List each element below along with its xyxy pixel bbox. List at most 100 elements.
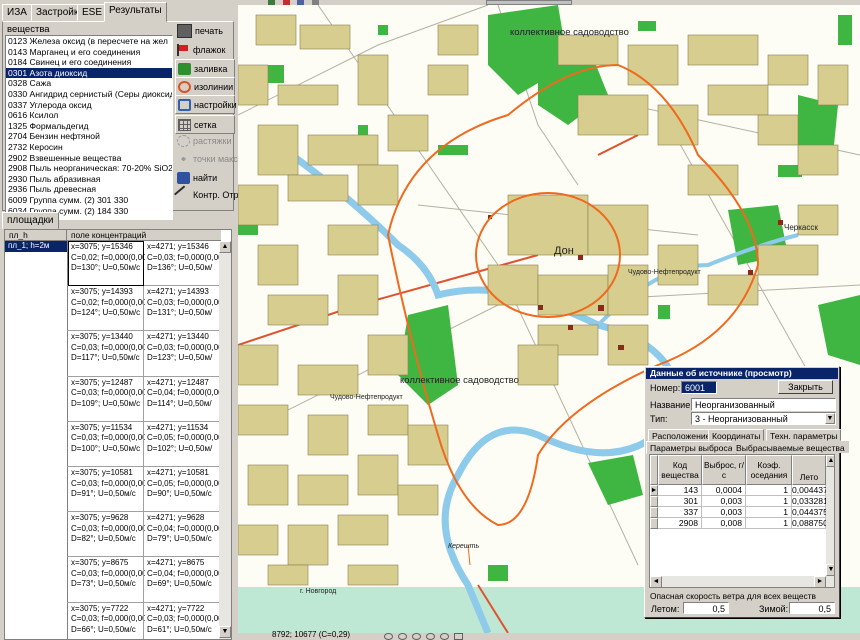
substance-item[interactable]: 0143 Марганец и его соединения — [6, 47, 172, 58]
winter-field[interactable]: 0,5 — [789, 602, 835, 614]
dialog-title-bar[interactable]: Данные об источнике (просмотр) — [646, 368, 838, 379]
col-header-settling[interactable]: Коэф. оседания — [746, 455, 792, 485]
tool-stretch-button[interactable]: растяжки — [175, 132, 233, 149]
concentration-cell[interactable]: x=4271; y=13440 C=0,03; f=0,000(0,000 D=… — [147, 332, 219, 364]
tab-ese[interactable]: ESE — [77, 4, 108, 21]
col-header-summer[interactable]: Лето — [792, 455, 826, 485]
tool-max-points-button[interactable]: точки макс — [175, 150, 238, 167]
emission-cell[interactable]: 0,003 — [702, 496, 746, 507]
close-button[interactable]: Закрыть — [778, 380, 833, 394]
emission-cell[interactable]: 1 — [746, 518, 792, 529]
concentration-cell[interactable]: x=3075; y=10581 C=0,03; f=0,000(0,000) D… — [71, 468, 145, 500]
concentration-cell[interactable]: x=4271; y=7722 C=0,03; f=0,000(0,000 D=6… — [147, 604, 219, 636]
tab-emitted-substances[interactable]: Выбрасываемые вещества — [732, 441, 849, 453]
concentration-cell[interactable]: x=3075; y=8675 C=0,03; f=0,000(0,000) D=… — [71, 558, 145, 590]
substance-item[interactable]: 0330 Ангидрид сернистый (Серы диоксид — [6, 89, 172, 100]
tool-fill-button[interactable]: заливка — [175, 59, 235, 78]
zoom-fit-icon[interactable] — [412, 633, 421, 640]
print-map-icon[interactable] — [454, 633, 463, 640]
emission-cell[interactable]: 337 — [658, 507, 702, 518]
emission-cell[interactable]: 2908 — [658, 518, 702, 529]
substance-item[interactable]: 2902 Взвешенные вещества — [6, 153, 172, 164]
emission-scroll-right-icon[interactable]: ► — [814, 576, 826, 587]
tab-iza[interactable]: ИЗА — [2, 4, 32, 21]
concentration-cell[interactable]: x=4271; y=9628 C=0,04; f=0,000(0,000 D=7… — [147, 513, 219, 545]
tool-control-button[interactable]: Контр. Отр — [174, 184, 238, 205]
emission-hscrollbar[interactable] — [650, 576, 834, 587]
substance-item[interactable]: 2704 Бензин нефтяной — [6, 131, 172, 142]
concentration-cell[interactable]: x=4271; y=11534 C=0,05; f=0,000(0,000 D=… — [147, 423, 219, 455]
grid-scrollbar[interactable] — [219, 241, 231, 639]
type-select[interactable]: 3 - Неорганизованный — [691, 412, 836, 425]
emission-cell[interactable]: 0,008 — [702, 518, 746, 529]
col-header-code[interactable]: Код вещества — [658, 455, 702, 485]
substance-item[interactable]: 2930 Пыль абразивная — [6, 174, 172, 185]
emission-cell[interactable]: 0,033281 — [792, 496, 828, 507]
tab-location[interactable]: Расположение — [648, 429, 715, 441]
grid-scroll-up-icon[interactable]: ▲ — [219, 241, 231, 253]
concentration-cell[interactable]: x=3075; y=11534 C=0,03; f=0,000(0,000) D… — [71, 423, 145, 455]
emission-scrollbar[interactable] — [826, 455, 834, 576]
type-dropdown-icon[interactable]: ▼ — [825, 413, 835, 424]
refresh-icon[interactable] — [440, 633, 449, 640]
results-grid[interactable]: пл_h поле концентраций пл_1; h=2м x=3075… — [4, 229, 232, 640]
concentration-cell[interactable]: x=4271; y=15346 C=0,03; f=0,000(0,000 D=… — [147, 242, 219, 274]
substance-item[interactable]: 2732 Керосин — [6, 142, 172, 153]
concentration-cell[interactable]: x=3075; y=14393 C=0,02; f=0,000(0,000) D… — [71, 287, 145, 319]
emission-scroll-left-icon[interactable]: ◄ — [650, 576, 662, 587]
grid-area-cell[interactable]: пл_1; h=2м — [5, 241, 67, 252]
grid-scroll-down-icon[interactable]: ▼ — [219, 626, 231, 638]
substance-item[interactable]: 6009 Группа сумм. (2) 301 330 — [6, 195, 172, 206]
concentration-cell[interactable]: x=3075; y=12487 C=0,03; f=0,000(0,000) D… — [71, 378, 145, 410]
emission-cell[interactable]: 0,0004 — [702, 485, 746, 496]
emission-cell[interactable]: 143 — [658, 485, 702, 496]
tab-coordinates[interactable]: Координаты — [708, 429, 765, 441]
tool-printer-button[interactable]: печать — [175, 22, 233, 39]
emission-cell[interactable]: 1 — [746, 507, 792, 518]
substance-item[interactable]: 0616 Ксилол — [6, 110, 172, 121]
tab-tech-params[interactable]: Техн. параметры — [766, 429, 842, 441]
concentration-cell[interactable]: x=4271; y=12487 C=0,04; f=0,000(0,000 D=… — [147, 378, 219, 410]
concentration-cell[interactable]: x=4271; y=8675 C=0,04; f=0,000(0,000 D=6… — [147, 558, 219, 590]
summer-field[interactable]: 0,5 — [683, 602, 729, 614]
emission-cell[interactable]: 0,003 — [702, 507, 746, 518]
number-field[interactable]: 6001 — [681, 381, 717, 394]
concentration-cell[interactable]: x=3075; y=7722 C=0,03; f=0,000(0,000) D=… — [71, 604, 145, 636]
concentration-cell[interactable]: x=4271; y=14393 C=0,03; f=0,000(0,000 D=… — [147, 287, 219, 319]
tab-areas[interactable]: площадки — [2, 212, 59, 229]
emission-scroll-up-icon[interactable]: ▲ — [826, 455, 834, 467]
emission-cell[interactable]: 1 — [746, 496, 792, 507]
emission-cell[interactable]: 1 — [746, 485, 792, 496]
emission-cell[interactable]: 0,004437 — [792, 485, 828, 496]
substance-item[interactable]: 2908 Пыль неорганическая: 70-20% SiO2 — [6, 163, 172, 174]
substance-item[interactable]: 0123 Железа оксид (в пересчете на жел — [6, 36, 172, 47]
emission-cell[interactable]: 0,088750 — [792, 518, 828, 529]
substance-item[interactable]: 0337 Углерода оксид — [6, 100, 172, 111]
grid-header-col1[interactable]: пл_h — [5, 230, 67, 241]
zoom-out-icon[interactable] — [398, 633, 407, 640]
tool-settings-button[interactable]: настройки — [175, 95, 237, 114]
col-header-emission[interactable]: Выброс, г/с — [702, 455, 746, 485]
substance-item[interactable]: 0301 Азота диоксид — [6, 67, 172, 79]
substance-item[interactable]: 2936 Пыль древесная — [6, 184, 172, 195]
pan-icon[interactable] — [426, 633, 435, 640]
concentration-cell[interactable]: x=3075; y=13440 C=0,03; f=0,000(0,000) D… — [71, 332, 145, 364]
substance-item[interactable]: 1325 Формальдегид — [6, 121, 172, 132]
tool-isolines-button[interactable]: изолинии — [175, 77, 235, 96]
tab-results[interactable]: Результаты — [104, 2, 167, 22]
grid-header-col2[interactable]: поле концентраций — [67, 230, 221, 241]
substances-list[interactable]: 0123 Железа оксид (в пересчете на жел 014… — [5, 35, 173, 220]
name-field[interactable]: Неорганизованный — [691, 398, 836, 411]
emission-cell[interactable]: 0,044375 — [792, 507, 828, 518]
emission-table[interactable]: Код вещества Выброс, г/с Коэф. оседания … — [649, 454, 835, 588]
tab-emission-params[interactable]: Параметры выброса — [646, 441, 737, 454]
substance-item[interactable]: 0328 Сажа — [6, 78, 172, 89]
substance-item[interactable]: 0184 Свинец и его соединения — [6, 57, 172, 68]
tool-flag-button[interactable]: флажок — [175, 41, 233, 58]
emission-scroll-down-icon[interactable]: ▼ — [826, 564, 834, 576]
zoom-in-icon[interactable] — [384, 633, 393, 640]
concentration-cell[interactable]: x=4271; y=10581 C=0,05; f=0,000(0,000 D=… — [147, 468, 219, 500]
emission-cell[interactable]: 301 — [658, 496, 702, 507]
concentration-cell[interactable]: x=3075; y=9628 C=0,03; f=0,000(0,000) D=… — [71, 513, 145, 545]
tool-find-button[interactable]: найти — [175, 169, 233, 186]
